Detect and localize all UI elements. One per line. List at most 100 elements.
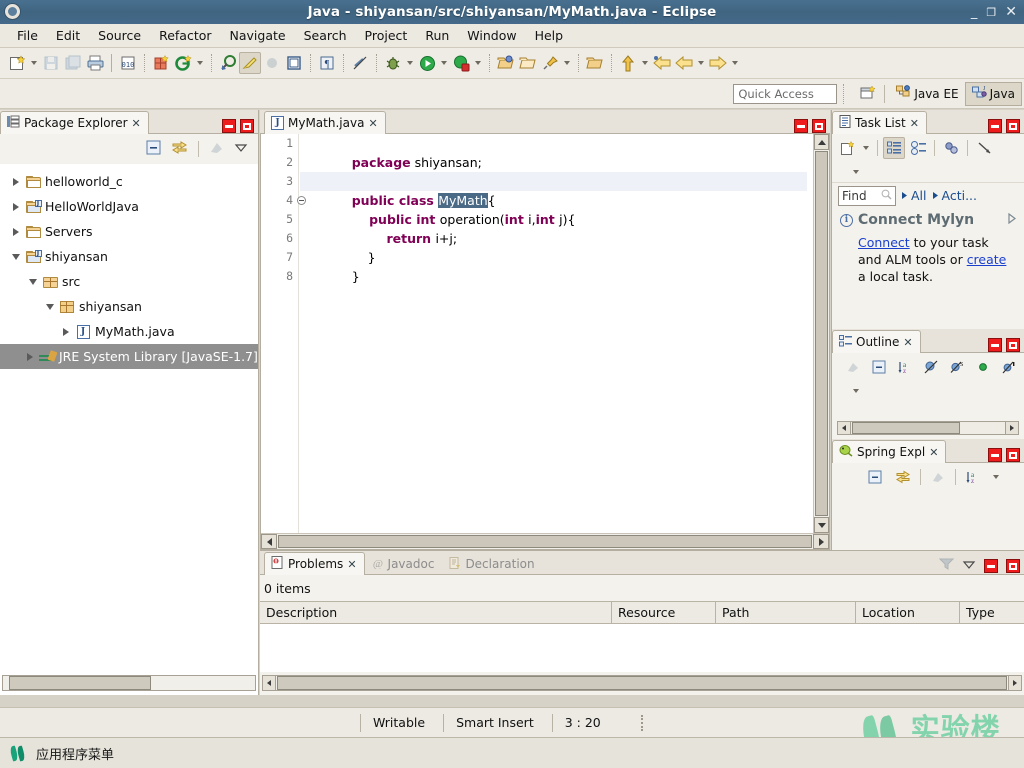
hide-static-icon[interactable]: S (946, 356, 968, 378)
back-icon[interactable] (651, 52, 673, 74)
scrollbar-thumb[interactable] (278, 535, 812, 548)
close-icon[interactable]: ✕ (903, 336, 912, 349)
minimize-icon[interactable] (988, 119, 1002, 133)
scroll-left-button[interactable] (263, 676, 276, 690)
scroll-left-button[interactable] (261, 534, 277, 549)
close-icon[interactable]: ✕ (368, 117, 377, 130)
link-with-editor-icon[interactable] (892, 466, 914, 488)
maximize-icon[interactable] (240, 119, 254, 133)
menu-file[interactable]: File (8, 26, 47, 45)
focus-icon[interactable] (842, 356, 864, 378)
close-icon[interactable]: ✕ (910, 117, 919, 130)
menu-search[interactable]: Search (295, 26, 356, 45)
package-explorer-hscrollbar[interactable] (2, 675, 256, 691)
hide-fields-icon[interactable] (920, 356, 942, 378)
tree-item-shiyansan-package[interactable]: shiyansan (0, 294, 258, 319)
run-dropdown-icon[interactable] (438, 53, 450, 73)
scroll-left-button[interactable] (838, 422, 851, 434)
menu-project[interactable]: Project (356, 26, 417, 45)
maximize-button[interactable]: ❐ (986, 7, 996, 18)
filter-active[interactable]: Acti... (942, 188, 978, 203)
pin-dropdown-icon[interactable] (561, 53, 573, 73)
code-area[interactable]: package shiyansan; public class MyMath{ … (300, 134, 807, 533)
problems-table-body[interactable] (260, 624, 1024, 672)
sort-icon[interactable]: az (962, 466, 984, 488)
new-task-icon[interactable] (836, 137, 858, 159)
scroll-right-button[interactable] (1005, 422, 1018, 434)
tree-item-helloworld-c[interactable]: helloworld_c (0, 169, 258, 194)
focus-icon[interactable] (927, 466, 949, 488)
collapse-arrow-icon[interactable] (8, 254, 24, 260)
menu-window[interactable]: Window (458, 26, 525, 45)
toggle-mark-occurrences-icon[interactable] (239, 52, 261, 74)
open-perspective-icon[interactable] (857, 83, 879, 105)
tree-item-servers[interactable]: Servers (0, 219, 258, 244)
menu-edit[interactable]: Edit (47, 26, 89, 45)
view-menu-icon[interactable] (850, 162, 862, 182)
minimize-icon[interactable] (988, 448, 1002, 462)
column-resource[interactable]: Resource (612, 602, 716, 623)
open-resource-icon[interactable] (495, 52, 517, 74)
debug-dropdown-icon[interactable] (404, 53, 416, 73)
focus-icon[interactable] (973, 137, 995, 159)
forward-icon[interactable] (673, 52, 695, 74)
tab-declaration[interactable]: Declaration (442, 552, 542, 575)
focus-icon[interactable] (209, 140, 224, 158)
menu-run[interactable]: Run (416, 26, 458, 45)
view-menu-icon[interactable] (850, 381, 862, 401)
tab-mymath-java[interactable]: J MyMath.java ✕ (264, 111, 386, 134)
new-dropdown-icon[interactable] (28, 53, 40, 73)
maximize-icon[interactable] (1006, 558, 1020, 573)
maximize-icon[interactable] (1006, 119, 1020, 133)
tab-outline[interactable]: Outline ✕ (832, 330, 921, 353)
collapse-all-icon[interactable] (868, 356, 890, 378)
connect-link[interactable]: Connect (858, 235, 910, 250)
editor-vertical-scrollbar[interactable] (813, 134, 829, 533)
sort-icon[interactable]: az (894, 356, 916, 378)
column-type[interactable]: Type (960, 602, 1024, 623)
expand-section-icon[interactable] (1007, 212, 1016, 228)
scrollbar-thumb[interactable] (277, 676, 1007, 690)
maximize-icon[interactable] (1006, 448, 1020, 462)
next-dropdown-icon[interactable] (639, 53, 651, 73)
problems-hscrollbar[interactable] (262, 675, 1022, 691)
external-dropdown-icon[interactable] (472, 53, 484, 73)
fast-view-dropdown-icon[interactable] (729, 53, 741, 73)
column-location[interactable]: Location (856, 602, 960, 623)
hide-local-icon[interactable] (998, 356, 1020, 378)
run-icon[interactable] (416, 52, 438, 74)
collapse-arrow-icon[interactable] (42, 304, 58, 310)
menu-source[interactable]: Source (89, 26, 150, 45)
tab-package-explorer[interactable]: Package Explorer ✕ (0, 111, 149, 134)
close-button[interactable]: ✕ (1005, 5, 1017, 19)
view-menu-icon[interactable] (234, 142, 248, 156)
tree-item-shiyansan-project[interactable]: J shiyansan (0, 244, 258, 269)
refresh-target-icon[interactable] (172, 52, 194, 74)
editor-horizontal-scrollbar[interactable] (261, 533, 829, 549)
perspective-java[interactable]: J Java (964, 81, 1022, 106)
scroll-right-button[interactable] (813, 534, 829, 549)
open-type-icon[interactable] (283, 52, 305, 74)
new-wizard-icon[interactable] (6, 52, 28, 74)
hide-nonpublic-icon[interactable] (972, 356, 994, 378)
collapse-all-icon[interactable] (864, 466, 886, 488)
column-description[interactable]: Description (260, 602, 612, 623)
save-icon[interactable] (40, 52, 62, 74)
tree-item-mymath-java[interactable]: J MyMath.java (0, 319, 258, 344)
open-folder-icon[interactable] (517, 52, 539, 74)
expand-arrow-icon[interactable] (8, 228, 24, 236)
skip-breakpoints-icon[interactable] (261, 52, 283, 74)
link-with-editor-icon[interactable] (171, 140, 188, 158)
menu-refactor[interactable]: Refactor (150, 26, 220, 45)
view-menu-icon[interactable] (990, 467, 1002, 487)
tree-item-jre-system-library[interactable]: JRE System Library [JavaSE-1.7] (0, 344, 258, 369)
scroll-right-button[interactable] (1008, 676, 1021, 690)
export-icon[interactable] (584, 52, 606, 74)
tab-spring-explorer[interactable]: Spring Expl ✕ (832, 440, 947, 463)
outline-hscrollbar[interactable] (837, 421, 1019, 435)
save-all-icon[interactable] (62, 52, 84, 74)
collapse-all-icon[interactable] (146, 140, 161, 158)
scroll-up-button[interactable] (814, 134, 829, 150)
status-drag-handle[interactable] (640, 714, 645, 731)
taskbar-app-menu-label[interactable]: 应用程序菜单 (36, 744, 114, 763)
